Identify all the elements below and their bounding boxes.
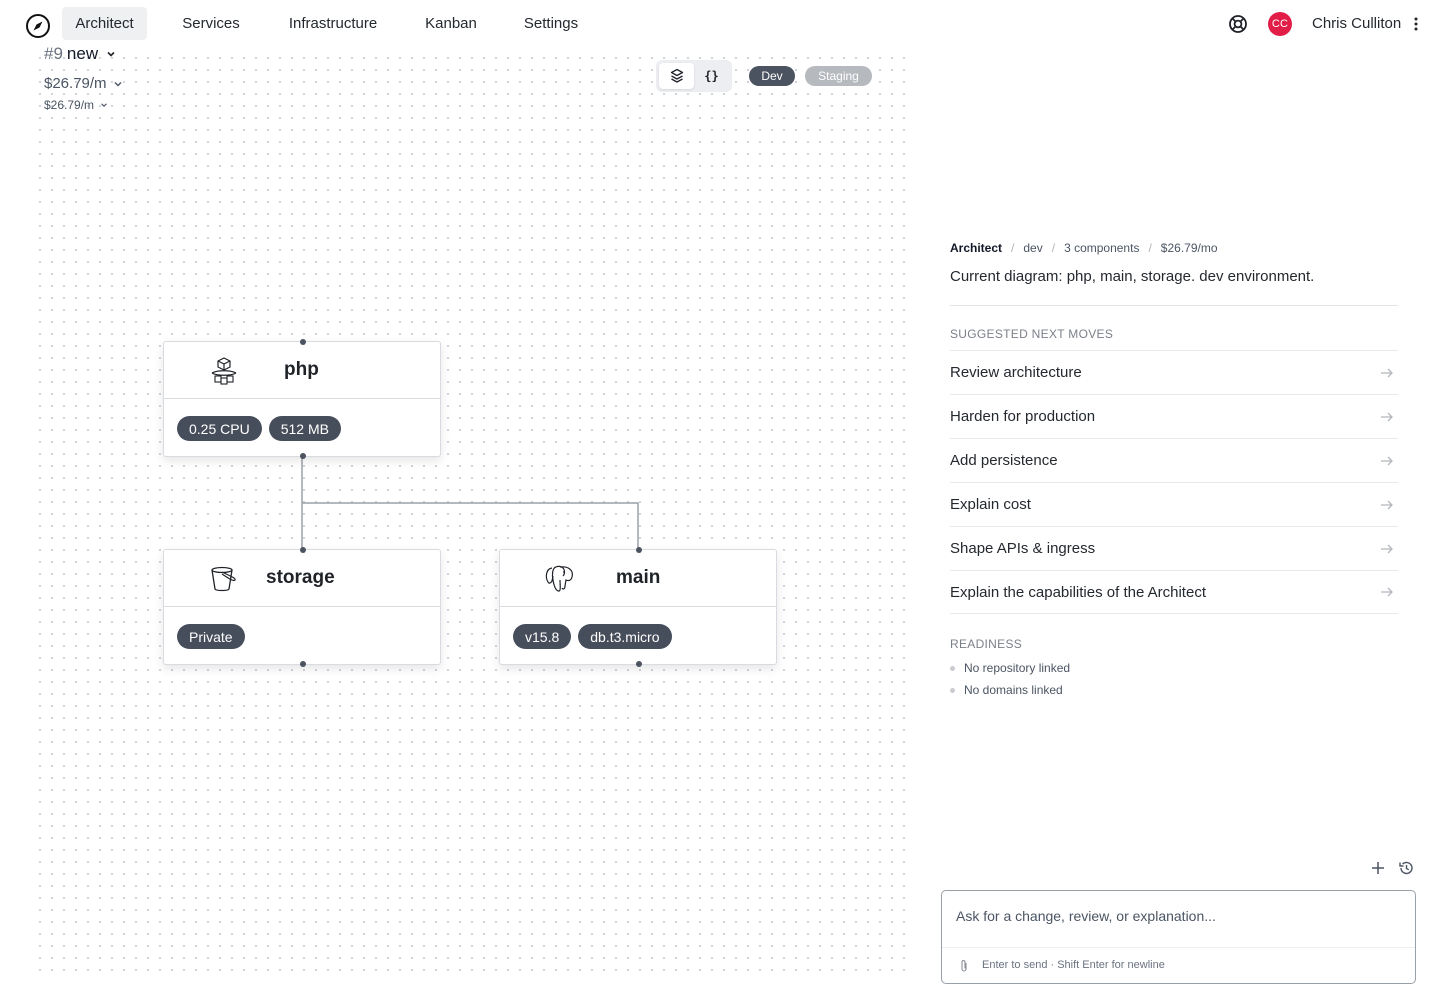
container-cluster-icon [211,357,237,385]
port-in[interactable] [300,547,306,553]
user-name[interactable]: Chris Culliton [1312,15,1401,32]
compass-icon[interactable] [25,13,51,39]
diagram-view-button[interactable] [659,63,694,89]
node-php[interactable]: php 0.25 CPU 512 MB [163,339,441,459]
readiness-label: No domains linked [964,683,1063,697]
plus-icon[interactable] [1371,861,1385,875]
move-label: Add persistence [950,452,1058,469]
readiness-heading: READINESS [950,637,1023,651]
arrow-right-icon [1381,456,1393,465]
chevron-down-icon [101,103,107,107]
node-main[interactable]: main v15.8 db.t3.micro [499,547,777,667]
tag-cpu: 0.25 CPU [177,416,262,441]
tag-access: Private [177,624,245,649]
project-number: #9 [44,44,63,63]
chat-footer: Enter to send · Shift Enter for newline [942,947,1415,983]
readiness-item: No domains linked [950,683,1063,697]
arrow-right-icon [1381,544,1393,553]
vertical-dots-icon[interactable] [1410,14,1422,34]
breadcrumb-separator: / [1051,241,1056,255]
lifebuoy-icon[interactable] [1228,14,1248,34]
node-tags: Private [177,624,245,649]
readiness-item: No repository linked [950,661,1070,675]
chat-composer: Enter to send · Shift Enter for newline [941,890,1416,984]
arrow-right-icon [1381,368,1393,377]
tab-kanban[interactable]: Kanban [414,7,488,40]
move-explain-cost[interactable]: Explain cost [950,482,1398,526]
bucket-icon [211,566,236,592]
tab-architect[interactable]: Architect [62,7,147,40]
diagram-summary: Current diagram: php, main, storage. dev… [950,268,1315,285]
breadcrumb: Architect / dev / 3 components / $26.79/… [950,241,1218,255]
cost-secondary-selector[interactable]: $26.79/m [44,98,108,112]
cost-secondary: $26.79/m [44,98,95,112]
suggested-moves-heading: SUGGESTED NEXT MOVES [950,327,1114,341]
move-label: Shape APIs & ingress [950,540,1096,557]
breadcrumb-item: dev [1023,241,1043,255]
env-dev-pill[interactable]: Dev [749,66,795,86]
move-label: Harden for production [950,408,1096,425]
breadcrumb-item[interactable]: Architect [950,241,1002,255]
node-header: storage [164,550,440,607]
chat-input[interactable] [956,905,1396,927]
node-header: php [164,342,440,399]
chevron-down-icon [107,51,115,57]
move-label: Review architecture [950,364,1082,381]
arrow-right-icon [1381,587,1393,597]
project-selector[interactable]: #9 new [44,44,116,64]
port-out[interactable] [636,661,642,667]
node-header: main [500,550,776,607]
status-dot [950,687,955,693]
tag-version: v15.8 [513,624,572,649]
breadcrumb-separator: / [1148,241,1152,255]
env-staging-pill[interactable]: Staging [805,66,872,86]
readiness-label: No repository linked [964,661,1071,675]
tab-infrastructure[interactable]: Infrastructure [275,7,391,40]
tab-settings[interactable]: Settings [511,7,591,40]
node-storage[interactable]: storage Private [163,547,441,667]
divider [950,305,1398,306]
chevron-down-icon [114,81,122,86]
breadcrumb-separator: / [1011,241,1015,255]
tag-memory: 512 MB [268,416,341,441]
tab-services[interactable]: Services [170,7,252,40]
node-tags: v15.8 db.t3.micro [513,624,672,649]
arrow-right-icon [1381,412,1393,421]
move-label: Explain the capabilities of the Architec… [950,583,1206,601]
breadcrumb-item: 3 components [1064,241,1140,255]
avatar[interactable]: CC [1268,12,1292,36]
port-out[interactable] [300,453,306,459]
postgres-elephant-icon [545,565,573,592]
project-name: new [66,44,99,63]
port-out[interactable] [300,661,306,667]
move-harden-production[interactable]: Harden for production [950,394,1398,438]
tag-instance: db.t3.micro [578,624,672,649]
top-nav: Architect Services Infrastructure Kanban… [0,0,1440,48]
status-dot [950,665,955,671]
move-add-persistence[interactable]: Add persistence [950,438,1398,482]
node-title: php [284,359,319,380]
move-label: Explain cost [950,496,1031,513]
move-explain-capabilities[interactable]: Explain the capabilities of the Architec… [950,570,1398,614]
node-title: main [616,567,661,588]
json-view-button[interactable]: {} [694,63,729,89]
breadcrumb-item: $26.79/mo [1160,241,1218,255]
arrow-right-icon [1381,500,1393,509]
port-in[interactable] [636,547,642,553]
move-review-architecture[interactable]: Review architecture [950,350,1398,394]
layers-icon [670,68,683,83]
view-toggle: {} [656,60,732,92]
cost-selector[interactable]: $26.79/m [44,75,123,92]
node-title: storage [266,567,335,588]
port-in[interactable] [300,339,306,345]
chat-hint: Enter to send · Shift Enter for newline [982,959,1165,971]
cost-primary: $26.79/m [44,75,107,92]
diagram-canvas[interactable] [30,48,910,980]
move-shape-apis[interactable]: Shape APIs & ingress [950,526,1398,570]
node-tags: 0.25 CPU 512 MB [177,416,341,441]
history-icon[interactable] [1398,860,1414,876]
paperclip-icon[interactable] [958,959,970,973]
